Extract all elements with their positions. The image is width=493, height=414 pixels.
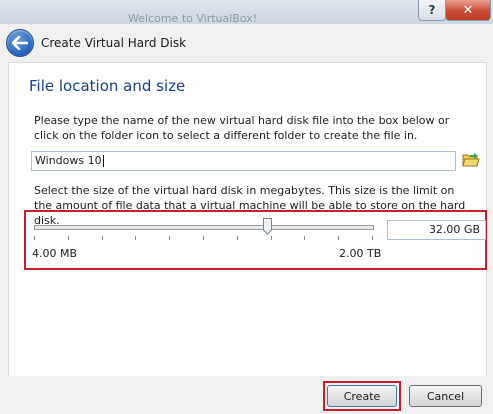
file-name-input[interactable]: Windows 10 [31,151,456,171]
slider-ticks [34,236,374,241]
dialog-title: Create Virtual Hard Disk [41,36,187,50]
size-selection-box: 32.00 GB 4.00 MB 2.00 TB [24,210,487,270]
file-name-value: Windows 10 [35,154,102,167]
slider-tick [169,236,170,240]
size-slider-track[interactable] [34,225,374,230]
dialog-header: Create Virtual Hard Disk [0,24,493,62]
cancel-button[interactable]: Cancel [409,385,482,407]
slider-tick [237,236,238,240]
slider-tick [372,236,373,240]
back-arrow-icon[interactable] [6,29,34,57]
slider-tick [338,236,339,240]
close-button[interactable]: ✕ [445,0,491,21]
max-size-label: 2.00 TB [339,247,382,260]
folder-icon[interactable] [462,152,480,168]
size-input[interactable]: 32.00 GB [387,220,486,240]
slider-tick [68,236,69,240]
min-size-label: 4.00 MB [32,247,78,260]
slider-tick [203,236,204,240]
slider-tick [271,236,272,240]
content-panel: File location and size Please type the n… [8,62,487,377]
slider-tick [34,236,35,240]
dialog-footer: Create Cancel [0,376,493,414]
slider-tick [304,236,305,240]
location-description: Please type the name of the new virtual … [34,114,450,142]
create-button[interactable]: Create [327,385,397,407]
section-title: File location and size [29,77,186,95]
create-virtual-hard-disk-dialog: Create Virtual Hard Disk File location a… [0,24,493,414]
slider-tick [135,236,136,240]
slider-tick [102,236,103,240]
size-slider-thumb[interactable] [263,218,272,235]
help-button[interactable]: ? [418,0,446,21]
text-caret [102,155,104,167]
